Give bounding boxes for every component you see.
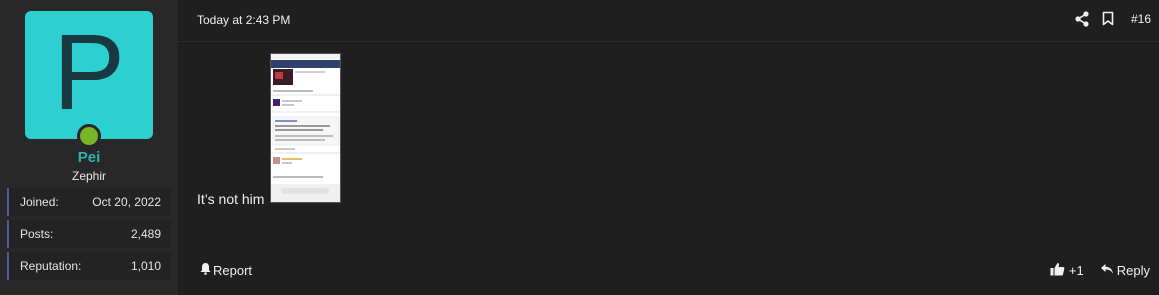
thumbs-up-icon xyxy=(1050,262,1065,279)
stat-label: Posts: xyxy=(20,227,54,241)
user-info-panel: P Pei Zephir Joined: Oct 20, 2022 Posts:… xyxy=(0,0,178,295)
stat-value: 2,489 xyxy=(130,227,161,241)
post-number[interactable]: #16 xyxy=(1131,12,1151,26)
like-button[interactable]: +1 xyxy=(1050,262,1084,279)
message-pointer xyxy=(170,26,178,42)
stat-label: Joined: xyxy=(20,195,59,209)
reply-label: Reply xyxy=(1116,263,1150,278)
message-header: Today at 2:43 PM #16 xyxy=(178,0,1159,42)
bookmark-icon[interactable] xyxy=(1102,11,1114,26)
stat-value: Oct 20, 2022 xyxy=(92,195,161,209)
online-status-indicator xyxy=(77,124,101,148)
share-icon[interactable] xyxy=(1075,11,1089,27)
stat-posts: Posts: 2,489 xyxy=(7,220,171,248)
stat-joined: Joined: Oct 20, 2022 xyxy=(7,188,171,216)
avatar-letter: P xyxy=(52,11,126,132)
report-label: Report xyxy=(213,262,253,278)
reply-button[interactable]: Reply xyxy=(1100,263,1150,278)
report-link[interactable]: Report xyxy=(199,262,252,278)
bell-icon xyxy=(199,262,212,278)
user-title: Zephir xyxy=(71,169,106,183)
post-body-text: It’s not him xyxy=(197,191,265,207)
username-link[interactable]: Pei xyxy=(0,149,178,166)
avatar[interactable]: P xyxy=(25,11,153,139)
post-timestamp[interactable]: Today at 2:43 PM xyxy=(197,13,290,27)
stat-reputation: Reputation: 1,010 xyxy=(7,252,171,280)
stat-value: 1,010 xyxy=(130,259,161,273)
attachment-thumbnail[interactable] xyxy=(270,53,341,203)
stat-label: Reputation: xyxy=(20,259,82,273)
reply-icon xyxy=(1100,263,1114,278)
message: Today at 2:43 PM #16 It’s not him Report… xyxy=(178,0,1159,295)
post-footer-actions: +1 Reply xyxy=(1050,262,1150,279)
screenshot-thumbnail-icon xyxy=(271,54,340,202)
reaction-count[interactable]: +1 xyxy=(1069,263,1084,278)
